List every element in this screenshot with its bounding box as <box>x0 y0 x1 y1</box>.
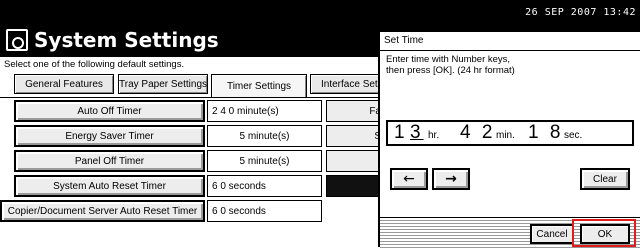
panel-off-timer-button[interactable]: Panel Off Timer <box>14 150 205 172</box>
cancel-label: Cancel <box>536 228 568 240</box>
setting-label: Auto Off Timer <box>77 105 142 117</box>
dialog-message-line: then press [OK]. (24 hr format) <box>386 65 515 76</box>
page-title: System Settings <box>34 28 219 52</box>
dialog-message-line: Enter time with Number keys, <box>386 54 511 65</box>
hour-unit: hr. <box>428 130 440 141</box>
system-auto-reset-timer-button[interactable]: System Auto Reset Timer <box>14 175 205 197</box>
energy-saver-timer-button[interactable]: Energy Saver Timer <box>14 125 205 147</box>
instruction-text: Select one of the following default sett… <box>4 59 185 70</box>
status-bar: 26 SEP 2007 13:42 <box>0 0 640 25</box>
copier-document-server-auto-reset-timer-button[interactable]: Copier/Document Server Auto Reset Timer <box>0 200 205 222</box>
tab-label: General Features <box>25 78 103 90</box>
cancel-button[interactable]: Cancel <box>530 224 574 244</box>
arrow-left-icon: ← <box>403 171 415 187</box>
dialog-title: Set Time <box>384 35 424 46</box>
second-unit: sec. <box>564 130 583 141</box>
cursor-left-button[interactable]: ← <box>390 168 428 190</box>
time-entry-display: 1 3 hr. 4 2 min. 1 8 sec. <box>386 120 634 146</box>
minute-unit: min. <box>496 130 515 141</box>
hour-first-digit: 1 <box>394 122 408 143</box>
hour-second-digit: 3 <box>410 122 424 143</box>
clear-button[interactable]: Clear <box>580 168 630 190</box>
ok-label: OK <box>597 228 613 240</box>
tab-label: Tray Paper Settings <box>119 78 208 90</box>
second-value: 1 8 <box>528 122 564 143</box>
set-time-dialog: Set Time Enter time with Number keys, th… <box>378 30 640 248</box>
cursor-right-button[interactable]: → <box>432 168 470 190</box>
tab-timer-settings[interactable]: Timer Settings <box>211 74 307 98</box>
setting-label: Energy Saver Timer <box>65 130 154 142</box>
auto-off-timer-value: 2 4 0 minute(s) <box>207 100 322 122</box>
setting-label: Copier/Document Server Auto Reset Timer <box>7 205 198 217</box>
tab-label: Timer Settings <box>226 81 292 92</box>
hidden-setting-button[interactable]: S <box>326 125 386 147</box>
tab-general-features[interactable]: General Features <box>14 74 114 94</box>
dialog-divider <box>380 50 640 51</box>
panel-off-timer-value: 5 minute(s) <box>207 150 322 172</box>
energy-saver-timer-value: 5 minute(s) <box>207 125 322 147</box>
system-auto-reset-timer-value: 6 0 seconds <box>207 175 322 197</box>
hidden-setting-button[interactable] <box>326 175 386 197</box>
settings-panel-icon <box>6 29 28 51</box>
tab-tray-paper-settings[interactable]: Tray Paper Settings <box>118 74 208 94</box>
minute-value: 4 2 <box>460 122 496 143</box>
arrow-right-icon: → <box>445 171 457 187</box>
copier-document-server-auto-reset-timer-value: 6 0 seconds <box>207 200 322 222</box>
hidden-setting-button[interactable]: Fa <box>326 100 386 122</box>
clear-label: Clear <box>593 173 617 185</box>
ok-button[interactable]: OK <box>580 224 630 244</box>
clock: 26 SEP 2007 13:42 <box>525 7 636 18</box>
setting-label: Panel Off Timer <box>74 155 145 167</box>
auto-off-timer-button[interactable]: Auto Off Timer <box>14 100 205 122</box>
dialog-message: Enter time with Number keys, then press … <box>386 54 636 76</box>
dialog-footer: Cancel OK <box>380 217 640 248</box>
tab-label: Interface Sett <box>321 78 381 90</box>
hidden-setting-button[interactable] <box>326 150 386 172</box>
setting-label: System Auto Reset Timer <box>53 180 166 192</box>
